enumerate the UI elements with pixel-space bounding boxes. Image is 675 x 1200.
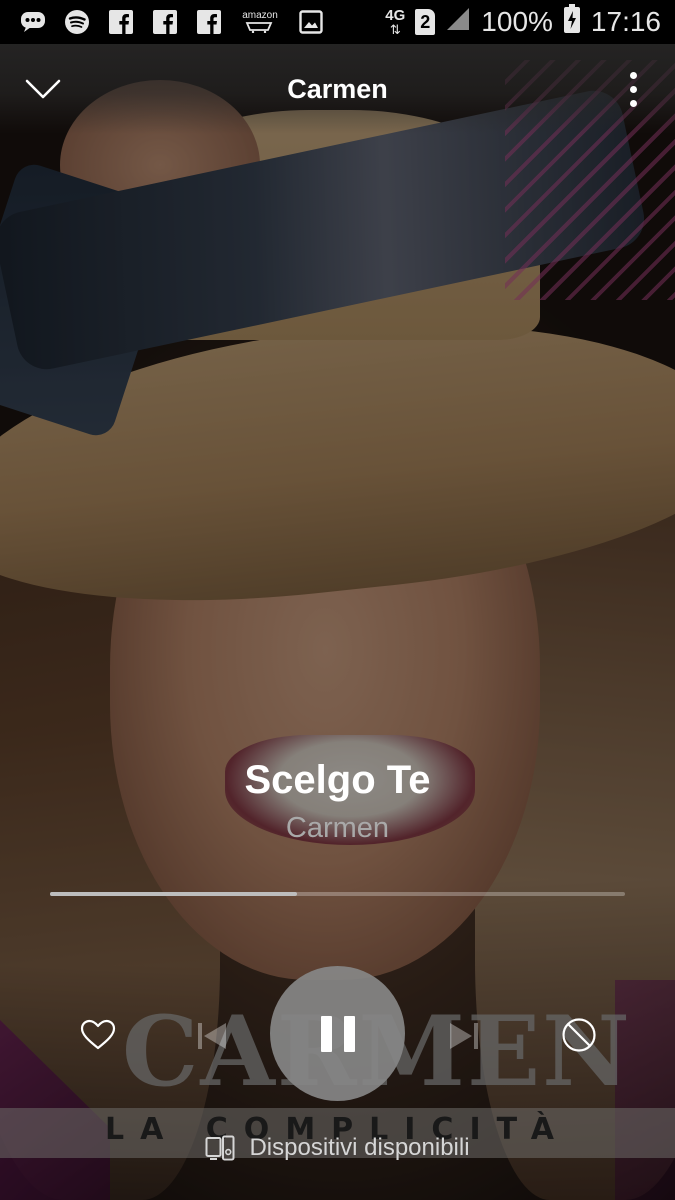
context-title: Carmen	[287, 74, 388, 104]
seek-bar[interactable]	[50, 892, 625, 896]
seek-bar-progress	[50, 892, 298, 896]
track-artist[interactable]: Carmen	[0, 812, 675, 845]
network-4g-icon: 4G ⇅	[385, 7, 406, 37]
amazon-icon-text: amazon	[242, 10, 278, 21]
messages-icon	[20, 9, 46, 35]
gallery-icon	[298, 9, 324, 35]
now-playing-screen: CARMEN LA COMPLICITÀ amazon	[0, 0, 675, 1200]
pause-icon	[320, 1015, 332, 1052]
next-button[interactable]	[442, 1014, 486, 1058]
previous-button[interactable]	[190, 1014, 234, 1058]
player-header: Carmen	[0, 44, 675, 134]
clock: 17:16	[590, 6, 661, 37]
spotify-icon	[64, 9, 90, 35]
status-bar: amazon 4G ⇅ 2 100% 17:16	[0, 0, 675, 44]
previous-icon	[198, 1023, 226, 1049]
heart-icon	[80, 1019, 116, 1050]
facebook-icon	[152, 9, 178, 35]
battery-percent: 100%	[481, 6, 553, 37]
available-devices-label: Dispositivi disponibili	[249, 1134, 470, 1161]
more-vertical-icon	[629, 71, 637, 79]
battery-icon	[563, 3, 581, 41]
signal-icon	[445, 6, 471, 39]
amazon-icon: amazon	[240, 9, 280, 35]
pause-button[interactable]	[270, 966, 405, 1101]
facebook-icon	[196, 9, 222, 35]
track-title: Scelgo Te	[244, 758, 431, 802]
more-options-button[interactable]	[613, 64, 653, 114]
ban-icon	[562, 1018, 596, 1052]
like-button[interactable]	[75, 1012, 121, 1058]
next-icon	[450, 1023, 478, 1049]
available-devices-button[interactable]: Dispositivi disponibili	[0, 1132, 675, 1164]
ban-button[interactable]	[556, 1012, 602, 1058]
sim-slot-icon: 2	[415, 9, 436, 35]
facebook-icon	[108, 9, 134, 35]
devices-icon	[205, 1135, 235, 1161]
